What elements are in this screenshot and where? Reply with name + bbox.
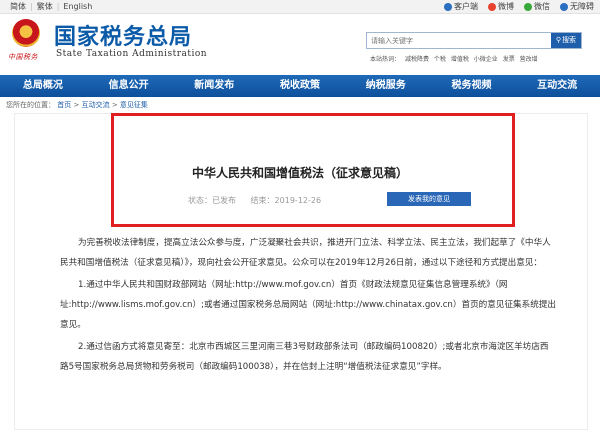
lang-english[interactable]: English — [59, 0, 96, 13]
nav-item-overview[interactable]: 总局概况 — [0, 75, 86, 97]
breadcrumb-separator: > — [111, 101, 118, 109]
accessibility-label: 无障碍 — [570, 2, 594, 11]
search-input[interactable] — [367, 33, 551, 48]
main-nav: 总局概况 信息公开 新闻发布 税收政策 纳税服务 税务视频 互动交流 — [0, 75, 600, 97]
nav-item-interaction[interactable]: 互动交流 — [514, 75, 600, 97]
breadcrumb-separator: > — [73, 101, 80, 109]
body-paragraph: 2.通过信函方式将意见寄至：北京市西城区三里河南三巷3号财政部条法司（邮政编码1… — [60, 342, 549, 372]
app-links: 客户端 微博 微信 无障碍 — [444, 0, 594, 13]
accessibility-link[interactable]: 无障碍 — [560, 0, 594, 13]
hot-words-label: 本站热词： — [370, 56, 401, 63]
client-icon — [444, 2, 452, 11]
hot-word[interactable]: 个税 — [434, 56, 446, 63]
hot-word[interactable]: 增值税 — [451, 56, 469, 63]
nav-item-tax-video[interactable]: 税务视频 — [429, 75, 515, 97]
highlight-box — [111, 113, 515, 227]
breadcrumb-opinion[interactable]: 意见征集 — [120, 101, 148, 109]
document-body: 为完善税收法律制度，提高立法公众参与度，广泛凝聚社会共识，推进开门立法、科学立法… — [60, 233, 556, 379]
site-title[interactable]: 国家税务总局 — [54, 19, 192, 51]
accessibility-icon — [560, 2, 568, 11]
nav-item-tax-policy[interactable]: 税收政策 — [257, 75, 343, 97]
nav-item-news[interactable]: 新闻发布 — [171, 75, 257, 97]
hot-word[interactable]: 小微企业 — [474, 56, 498, 63]
client-link[interactable]: 客户端 — [444, 0, 478, 13]
hot-word[interactable]: 发票 — [503, 56, 515, 63]
search-box: ⚲ 搜索 — [366, 32, 582, 49]
hot-word[interactable]: 减税降费 — [405, 56, 429, 63]
weibo-icon — [488, 2, 496, 11]
lang-simplified[interactable]: 简体 — [6, 0, 30, 13]
body-paragraph: 1.通过中华人民共和国财政部网站（网址:http://www.mof.gov.c… — [60, 280, 557, 330]
search-button-label: 搜索 — [562, 36, 577, 44]
breadcrumb-interaction[interactable]: 互动交流 — [82, 101, 110, 109]
hot-word[interactable]: 营改增 — [520, 56, 538, 63]
top-utility-bar: 简体 | 繁体 | English 客户端 微博 微信 无障碍 — [0, 0, 600, 14]
wechat-label: 微信 — [534, 2, 550, 11]
wechat-link[interactable]: 微信 — [524, 0, 550, 13]
nav-item-tax-service[interactable]: 纳税服务 — [343, 75, 429, 97]
breadcrumb-prefix: 您所在的位置： — [6, 101, 55, 109]
breadcrumb: 您所在的位置： 首页 > 互动交流 > 意见征集 — [6, 100, 148, 110]
weibo-label: 微博 — [498, 2, 514, 11]
nav-item-info-disclosure[interactable]: 信息公开 — [86, 75, 172, 97]
body-paragraph: 为完善税收法律制度，提高立法公众参与度，广泛凝聚社会共识，推进开门立法、科学立法… — [60, 238, 551, 268]
emblem-caption: 中国税务 — [8, 53, 38, 61]
site-header: 中国税务 国家税务总局 State Taxation Administratio… — [0, 15, 600, 75]
lang-traditional[interactable]: 繁体 — [33, 0, 57, 13]
wechat-icon — [524, 2, 532, 11]
tax-emblem-icon[interactable] — [12, 19, 40, 47]
breadcrumb-home[interactable]: 首页 — [57, 101, 71, 109]
search-icon: ⚲ — [555, 36, 562, 44]
client-label: 客户端 — [454, 2, 478, 11]
site-subtitle: State Taxation Administration — [56, 49, 208, 59]
language-switcher: 简体 | 繁体 | English — [6, 0, 96, 13]
hot-words: 本站热词： 减税降费 个税 增值税 小微企业 发票 营改增 — [370, 54, 541, 63]
search-button[interactable]: ⚲ 搜索 — [551, 33, 581, 48]
weibo-link[interactable]: 微博 — [488, 0, 514, 13]
